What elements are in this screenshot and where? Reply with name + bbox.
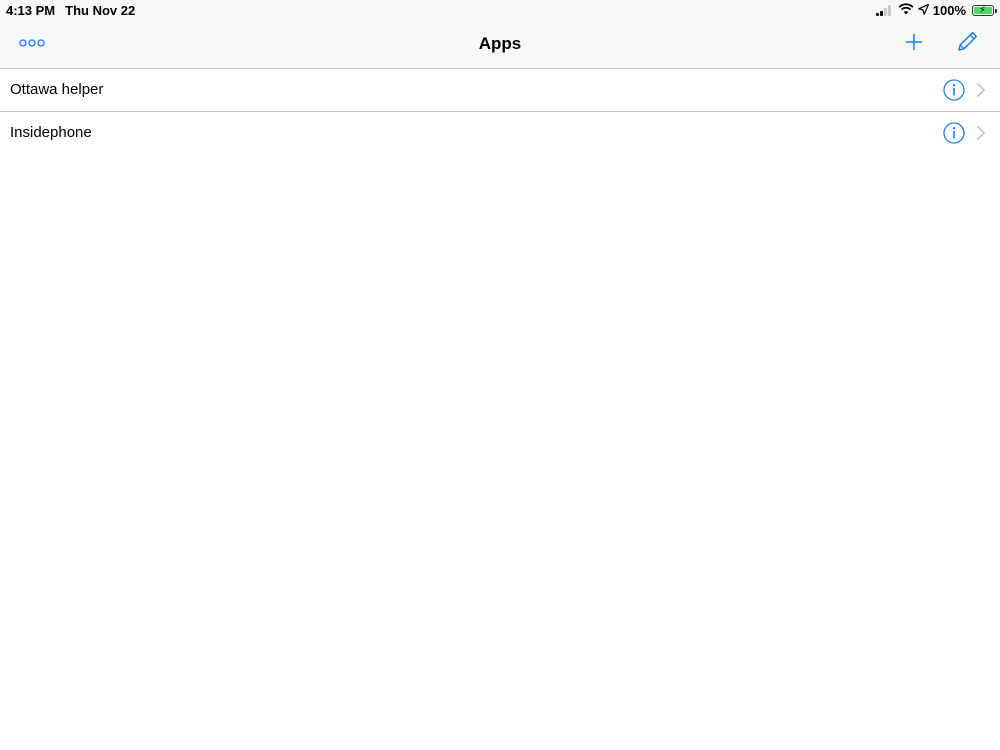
info-button[interactable] — [943, 79, 965, 101]
status-time: 4:13 PM — [6, 3, 56, 18]
screen: 4:13 PM Thu Nov 22 100% ⚡ Apps Ottawa he… — [0, 0, 1000, 750]
edit-button[interactable] — [953, 30, 981, 58]
signal-icon — [875, 5, 891, 16]
charging-bolt-icon: ⚡ — [979, 5, 987, 16]
info-icon — [943, 122, 965, 144]
plus-icon — [904, 32, 924, 57]
status-right: 100% ⚡ — [875, 3, 997, 18]
navigation-bar: Apps — [0, 20, 1000, 69]
status-left: 4:13 PM Thu Nov 22 — [6, 3, 135, 18]
pencil-icon — [955, 30, 979, 59]
wifi-icon — [898, 3, 914, 18]
list-item[interactable]: Ottawa helper — [0, 69, 1000, 112]
status-bar: 4:13 PM Thu Nov 22 100% ⚡ — [0, 0, 1000, 20]
info-icon — [943, 79, 965, 101]
chevron-right-icon — [976, 83, 986, 97]
chevron-right-icon — [976, 126, 986, 140]
location-icon — [917, 3, 929, 18]
page-title: Apps — [478, 34, 522, 53]
status-date: Thu Nov 22 — [65, 3, 136, 18]
list-item-label: Insidephone — [10, 124, 92, 141]
apps-list: Ottawa helper Insidephone — [0, 69, 1000, 154]
info-button[interactable] — [943, 122, 965, 144]
list-item-label: Ottawa helper — [10, 81, 104, 98]
list-item[interactable]: Insidephone — [0, 112, 1000, 154]
battery-percent: 100% — [932, 3, 966, 18]
add-button[interactable] — [900, 30, 928, 58]
battery-icon: ⚡ — [972, 5, 997, 16]
